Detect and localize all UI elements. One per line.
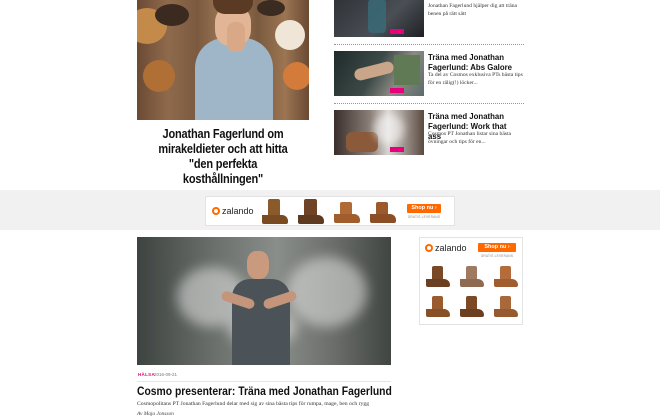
boot-image	[368, 202, 398, 225]
boot-image	[492, 266, 520, 290]
article-author: Av Maja Jonsson	[137, 411, 174, 417]
side-article-3-desc: Cosmos PT Jonathan listar sina bästa övn…	[428, 131, 512, 145]
cosmo-badge-icon	[390, 147, 404, 152]
side-article-1-thumb[interactable]	[334, 0, 424, 37]
article-desc: Cosmopolitans PT Jonathan Fagerlund dela…	[137, 401, 370, 407]
hero-headline-link[interactable]: Jonathan Fagerlund om mirakeldieter och …	[147, 127, 298, 187]
boot-image	[424, 296, 452, 320]
free-shipping-label: GRATIS LEVERANS	[480, 254, 514, 258]
article-category-tag[interactable]: HÄLSA	[138, 372, 155, 377]
free-shipping-label: GRATIS LEVERANS	[407, 215, 441, 219]
boot-image	[332, 202, 362, 225]
zalando-logo: zalando	[425, 243, 467, 253]
boot-image	[458, 296, 486, 320]
side-article-3[interactable]: Träna med Jonathan Fagerlund: Work that …	[334, 110, 524, 158]
article-image[interactable]	[137, 237, 391, 365]
boot-image	[492, 296, 520, 320]
boot-image	[296, 199, 326, 225]
side-article-1-desc: Jonathan Fagerlund hjälper dig att träna…	[428, 3, 518, 17]
zalando-brand-text: zalando	[222, 206, 254, 216]
shop-now-button[interactable]: Shop nu ›	[478, 243, 516, 252]
boot-image	[458, 266, 486, 290]
side-article-3-thumb[interactable]	[334, 110, 424, 155]
divider	[334, 44, 524, 45]
side-article-2-thumb[interactable]	[334, 51, 424, 96]
boot-image	[260, 199, 290, 225]
article-headline-link[interactable]: Cosmo presenterar: Träna med Jonathan Fa…	[137, 386, 392, 398]
page: Jonathan Fagerlund om mirakeldieter och …	[0, 0, 660, 420]
side-article-1[interactable]: Jonathan Fagerlund hjälper dig att träna…	[334, 0, 524, 38]
side-article-2[interactable]: Träna med Jonathan Fagerlund: Abs Galore…	[334, 51, 524, 99]
divider	[137, 381, 391, 382]
shop-now-button[interactable]: Shop nu ›	[407, 204, 441, 213]
zalando-brand-text: zalando	[435, 243, 467, 253]
article-date: 2016-09-21	[154, 372, 178, 377]
cosmo-badge-icon	[390, 29, 404, 34]
zalando-logo-icon	[212, 207, 220, 215]
zalando-logo-icon	[425, 244, 433, 252]
zalando-side-ad[interactable]: zalando Shop nu › GRATIS LEVERANS	[419, 237, 523, 325]
boot-image	[424, 266, 452, 290]
side-article-2-title[interactable]: Träna med Jonathan Fagerlund: Abs Galore	[428, 52, 516, 72]
divider	[334, 103, 524, 104]
side-article-2-desc: Ta del av Cosmos exklusiva PTs bästa tip…	[428, 72, 523, 86]
zalando-banner-ad[interactable]: zalando Shop nu › GRATIS LEVERANS	[205, 196, 455, 226]
hero-image[interactable]	[137, 0, 309, 120]
zalando-logo: zalando	[212, 206, 254, 216]
cosmo-badge-icon	[390, 88, 404, 93]
